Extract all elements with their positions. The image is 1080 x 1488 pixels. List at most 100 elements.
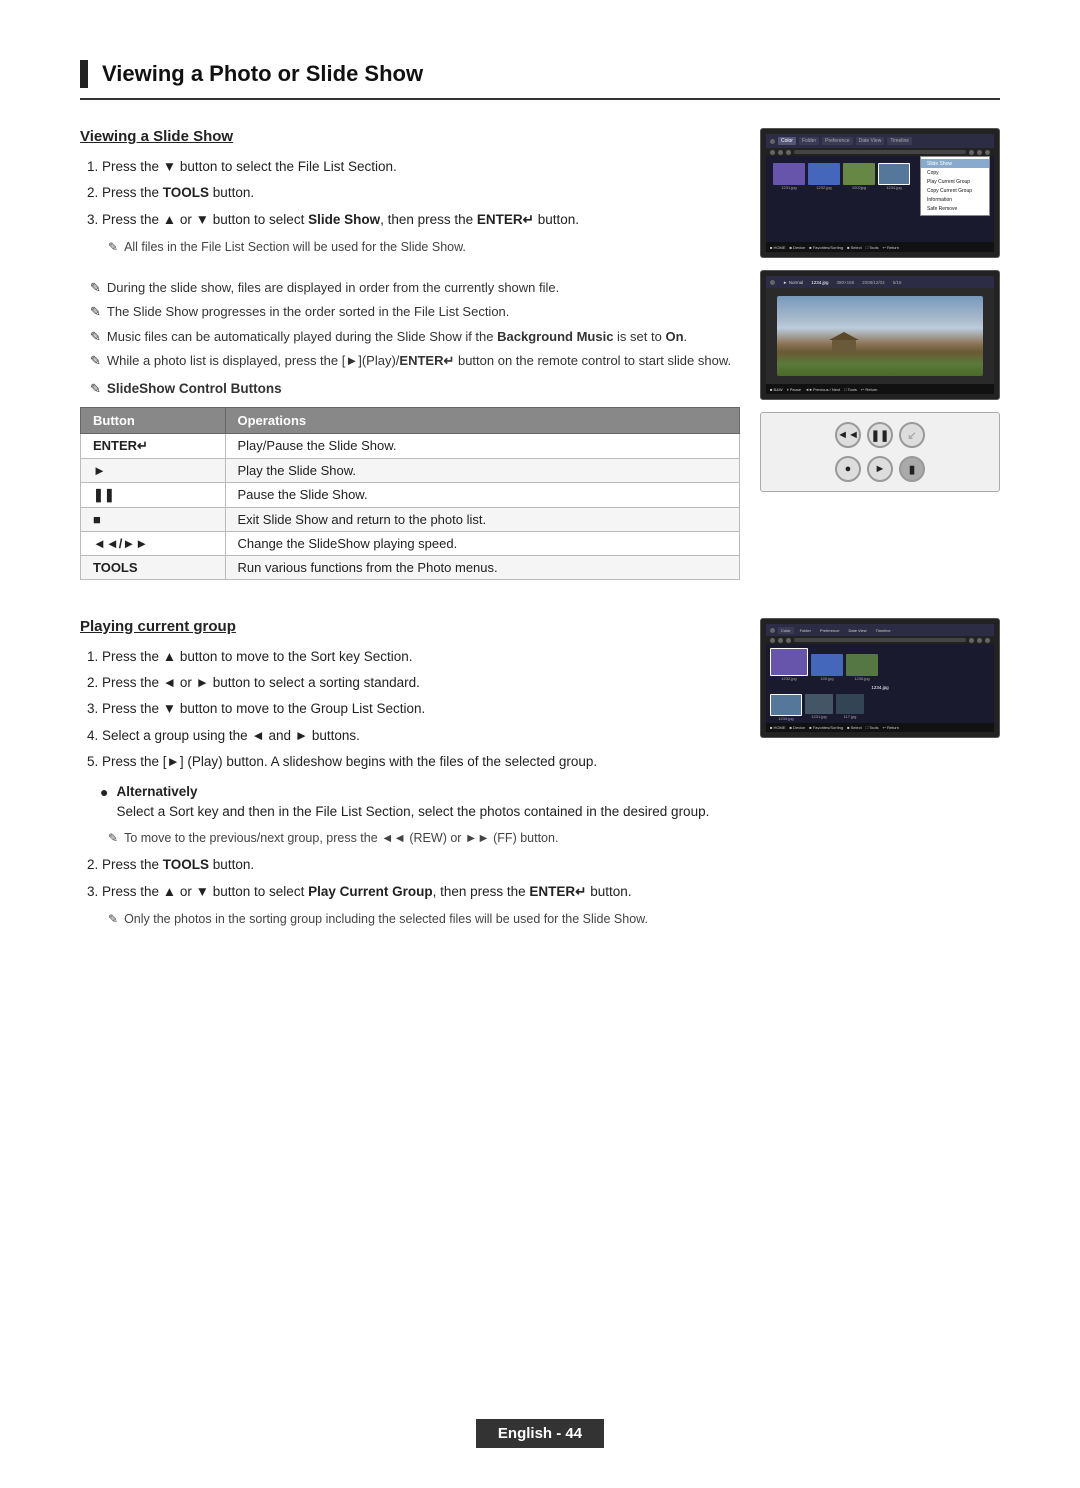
section1-steps: Press the ▼ button to select the File Li…: [80, 157, 740, 230]
title-accent: [80, 60, 88, 88]
table-cell-op: Pause the Slide Show.: [225, 482, 740, 507]
ss-bottom-item5: □ Tools: [866, 245, 879, 250]
slideshow-view-screenshot: ► Normal 1234.jpg 380×165 2008/12/02 5/1…: [760, 270, 1000, 400]
control-table: Button Operations ENTER↵ Play/Pause the …: [80, 407, 740, 580]
section2-title: Playing current group: [80, 618, 740, 635]
table-cell-btn: ENTER↵: [81, 433, 226, 458]
ss-bottom-bar: ■ HOME ■ Device ■ Favorites/Sorting ■ Se…: [766, 242, 994, 252]
step3b-note: ✎ Only the photos in the sorting group i…: [108, 910, 740, 929]
section2-content: Playing current group Press the ▲ button…: [80, 618, 740, 933]
table-cell-btn: ►: [81, 458, 226, 482]
ss2-bottom-item1: ■ HOME: [770, 725, 786, 730]
ss2-bottom-item5: □ Tools: [866, 725, 879, 730]
ss2-bottom-item3: ■ Favorites/Sorting: [809, 725, 843, 730]
ss-tab-color: Color: [778, 137, 796, 145]
slideshow-control-icon: ✎: [90, 379, 101, 399]
rc-rewind-btn: ◄◄: [835, 422, 861, 448]
step2: Press the TOOLS button.: [102, 183, 740, 203]
context-menu-copy: Copy: [921, 168, 989, 177]
table-row: ■ Exit Slide Show and return to the phot…: [81, 507, 740, 531]
section2-step1: Press the ▲ button to move to the Sort k…: [102, 647, 740, 667]
rc-dot-btn: ●: [835, 456, 861, 482]
context-menu-copy-group: Copy Current Group: [921, 186, 989, 195]
rc-stop-btn: ↙: [899, 422, 925, 448]
ss-bottom-item4: ■ Select: [847, 245, 862, 250]
rc-play-btn: ►: [867, 456, 893, 482]
note3: ✎ Music files can be automatically playe…: [90, 327, 740, 347]
table-cell-op: Exit Slide Show and return to the photo …: [225, 507, 740, 531]
table-header-operations: Operations: [225, 407, 740, 433]
table-header-button: Button: [81, 407, 226, 433]
section2-step4: Select a group using the ◄ and ► buttons…: [102, 726, 740, 746]
slideshow-control-text: SlideShow Control Buttons: [107, 379, 282, 399]
photo-browser-screenshot: Color Folder Preference Date View Timeli…: [760, 128, 1000, 258]
note1-icon: ✎: [90, 278, 101, 298]
section2-step5: Press the [►] (Play) button. A slideshow…: [102, 752, 740, 772]
table-row: ► Play the Slide Show.: [81, 458, 740, 482]
section1-images: Color Folder Preference Date View Timeli…: [760, 128, 1000, 588]
table-cell-op: Run various functions from the Photo men…: [225, 555, 740, 579]
rc-ff-btn: ▮: [899, 456, 925, 482]
context-menu-play-group: Play Current Group: [921, 177, 989, 186]
section2-steps: Press the ▲ button to move to the Sort k…: [80, 647, 740, 772]
page-title-bar: Viewing a Photo or Slide Show: [80, 60, 1000, 100]
table-cell-btn: ■: [81, 507, 226, 531]
section2-step3b: Press the ▲ or ▼ button to select Play C…: [102, 882, 740, 902]
section2-step3: Press the ▼ button to move to the Group …: [102, 699, 740, 719]
ss2-bottom-bar: ■ HOME ■ Device ■ Favorites/Sorting ■ Se…: [766, 723, 994, 732]
note4-text: While a photo list is displayed, press t…: [107, 351, 740, 371]
table-row: TOOLS Run various functions from the Pho…: [81, 555, 740, 579]
ss-tab-folder: Folder: [799, 137, 819, 145]
context-menu-slideshow: Slide Show: [921, 159, 989, 168]
section2-images: Color Folder Preference Date View Timeli…: [760, 618, 1000, 933]
note3-icon: ✎: [90, 327, 101, 347]
ss-bottom-item6: ↩ Return: [883, 245, 899, 250]
ss2-bottom-item6: ↩ Return: [883, 725, 899, 730]
ss-thumbnails: 1231.jpg 1232.jpg 1002jpg: [766, 156, 994, 194]
note2: ✎ The Slide Show progresses in the order…: [90, 302, 740, 322]
note3-text: Music files can be automatically played …: [107, 327, 740, 347]
ss2-topbar: Color Folder Preference Date View Timeli…: [766, 624, 994, 637]
alternatively-content: Alternatively Select a Sort key and then…: [116, 782, 740, 823]
note2-icon: ✎: [90, 302, 101, 322]
step3b-note-text: Only the photos in the sorting group inc…: [124, 910, 740, 929]
section2-steps-b: Press the TOOLS button. Press the ▲ or ▼…: [80, 855, 740, 902]
step3b-note-icon: ✎: [108, 910, 118, 928]
alt-note-icon: ✎: [108, 829, 118, 847]
ss-bottom-item1: ■ HOME: [770, 245, 786, 250]
footer-badge: English - 44: [476, 1419, 604, 1448]
ss-tab-timeline: Timeline: [887, 137, 912, 145]
section1-title: Viewing a Slide Show: [80, 128, 740, 145]
table-cell-btn: TOOLS: [81, 555, 226, 579]
table-row: ❚❚ Pause the Slide Show.: [81, 482, 740, 507]
alternatively-item: ● Alternatively Select a Sort key and th…: [100, 782, 740, 823]
ss-tab-preference: Preference: [822, 137, 852, 145]
note4: ✎ While a photo list is displayed, press…: [90, 351, 740, 371]
alt-note: ✎ To move to the previous/next group, pr…: [108, 829, 740, 848]
ss-bottom-item3: ■ Favorites/Sorting: [809, 245, 843, 250]
ss-thumb2: [808, 163, 840, 185]
table-cell-btn: ◄◄/►►: [81, 531, 226, 555]
ss2-bottom-item2: ■ Device: [790, 725, 806, 730]
table-row: ENTER↵ Play/Pause the Slide Show.: [81, 433, 740, 458]
section1-content: Viewing a Slide Show Press the ▼ button …: [80, 128, 740, 588]
footer: English - 44: [0, 1419, 1080, 1448]
ss-bottom-item2: ■ Device: [790, 245, 806, 250]
note1: ✎ During the slide show, files are displ…: [90, 278, 740, 298]
step1: Press the ▼ button to select the File Li…: [102, 157, 740, 177]
table-cell-op: Play the Slide Show.: [225, 458, 740, 482]
ss-thumb1: [773, 163, 805, 185]
note4-icon: ✎: [90, 351, 101, 371]
note-icon: ✎: [108, 238, 118, 256]
section2-step2b: Press the TOOLS button.: [102, 855, 740, 875]
ss-thumb4: [878, 163, 910, 185]
ss2-bottom-item4: ■ Select: [847, 725, 862, 730]
table-cell-op: Play/Pause the Slide Show.: [225, 433, 740, 458]
step3-note-text: All files in the File List Section will …: [124, 238, 740, 257]
ss-tab-dateview: Date View: [856, 137, 885, 145]
note1-text: During the slide show, files are display…: [107, 278, 740, 298]
ss-thumb3: [843, 163, 875, 185]
context-menu-info: Information: [921, 195, 989, 204]
photo-browser2-screenshot: Color Folder Preference Date View Timeli…: [760, 618, 1000, 738]
table-row: ◄◄/►► Change the SlideShow playing speed…: [81, 531, 740, 555]
